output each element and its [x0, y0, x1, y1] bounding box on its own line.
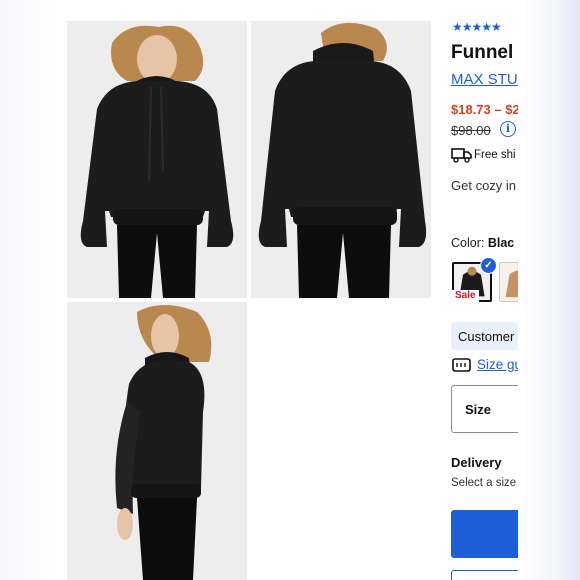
size-guide-icon	[452, 358, 471, 372]
shipping-text: Free shi	[474, 149, 516, 161]
color-label-text: Color:	[451, 236, 485, 250]
right-margin	[518, 0, 580, 580]
delivery-message: Select a size	[451, 477, 517, 489]
secondary-button[interactable]	[451, 570, 518, 580]
customer-tag-label: Customer	[458, 329, 515, 344]
left-margin	[0, 0, 62, 580]
color-swatch-tan[interactable]	[499, 262, 518, 302]
info-icon[interactable]: i	[500, 121, 516, 137]
product-image-front[interactable]	[67, 21, 247, 298]
brand-link[interactable]: MAX STU	[451, 71, 518, 88]
price-range: $18.73 – $2	[451, 102, 518, 117]
size-guide-link[interactable]: Size gu	[477, 357, 518, 372]
add-to-cart-button[interactable]	[451, 510, 518, 558]
original-price: $98.00	[451, 123, 491, 138]
product-info-panel: ★★★★★ Funnel MAX STU $18.73 – $2 $98.00 …	[451, 0, 518, 580]
truck-icon	[451, 148, 472, 163]
product-description: Get cozy in neck and h	[451, 178, 518, 193]
check-icon: ✓	[480, 257, 497, 274]
sale-badge: Sale	[452, 290, 479, 302]
color-value: Blac	[487, 236, 515, 250]
color-label: Color: Blac	[451, 236, 514, 250]
product-image-back[interactable]	[251, 21, 431, 298]
size-select-label: Size	[465, 402, 492, 417]
rating-stars[interactable]: ★★★★★	[452, 20, 502, 34]
product-image-side[interactable]	[67, 302, 247, 580]
product-title: Funnel	[451, 42, 514, 63]
delivery-title: Delivery	[451, 455, 502, 470]
